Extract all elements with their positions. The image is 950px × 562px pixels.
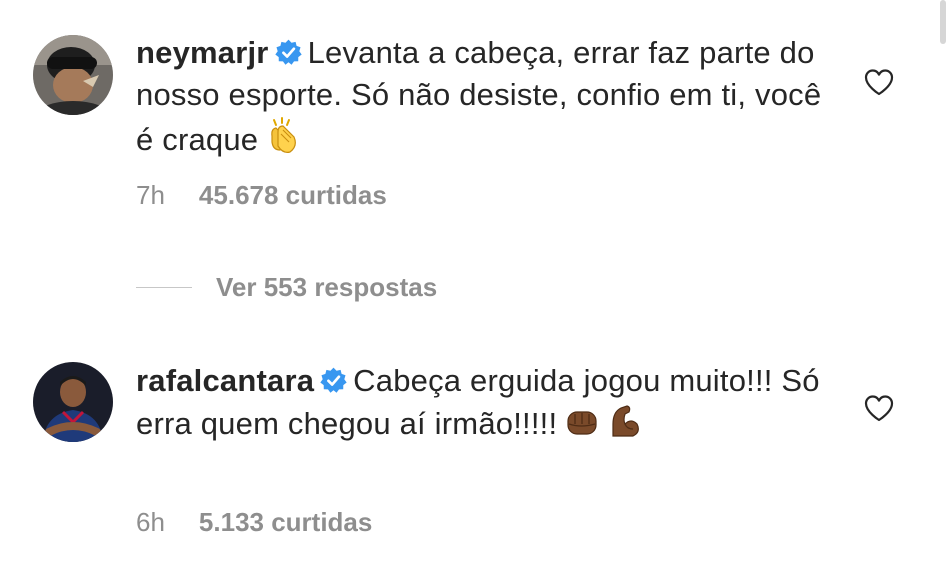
comment-meta: 6h 5.133 curtidas: [136, 507, 372, 538]
view-replies-label: Ver 553 respostas: [216, 271, 438, 302]
likes-count[interactable]: 45.678 curtidas: [199, 180, 387, 210]
username[interactable]: rafalcantara: [136, 363, 314, 398]
oncoming-fist-emoji-icon: [563, 402, 601, 451]
flexed-biceps-emoji-icon: [605, 402, 643, 451]
like-heart-icon[interactable]: [864, 394, 894, 422]
replies-divider: [136, 286, 192, 288]
clapping-hands-emoji-icon: [264, 116, 304, 167]
like-heart-icon[interactable]: [864, 68, 894, 96]
avatar[interactable]: [33, 362, 113, 442]
avatar-image: [33, 362, 113, 442]
comment-body: neymarjr Levanta a cabeça, errar faz par…: [136, 32, 826, 167]
scrollbar[interactable]: [940, 0, 946, 44]
timestamp: 6h: [136, 507, 165, 537]
timestamp: 7h: [136, 180, 165, 210]
verified-badge-icon: [320, 367, 347, 393]
view-replies-button[interactable]: Ver 553 respostas: [136, 270, 437, 304]
likes-count[interactable]: 5.133 curtidas: [199, 507, 372, 537]
comment-body: rafalcantara Cabeça erguida jogou muito!…: [136, 360, 826, 451]
avatar[interactable]: [33, 35, 113, 115]
avatar-image: [33, 35, 113, 115]
username[interactable]: neymarjr: [136, 35, 269, 70]
verified-badge-icon: [274, 39, 302, 65]
comment-meta: 7h 45.678 curtidas: [136, 180, 387, 211]
